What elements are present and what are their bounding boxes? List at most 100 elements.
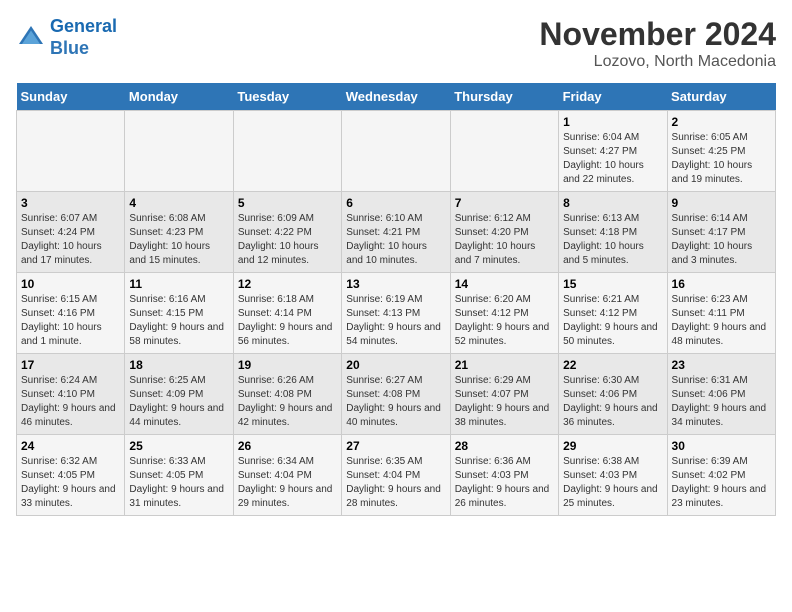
calendar-day-cell: 23Sunrise: 6:31 AM Sunset: 4:06 PM Dayli… [667, 354, 775, 435]
day-number: 24 [21, 439, 120, 453]
calendar-day-cell: 22 Sunrise: 6:30 AM Sunset: 4:06 PM Dayli… [559, 354, 667, 435]
calendar-day-cell: 6 Sunrise: 6:10 AM Sunset: 4:21 PM Daylig… [342, 192, 450, 273]
day-info: Sunrise: 6:32 AM Sunset: 4:05 PM Dayligh… [21, 455, 120, 511]
calendar-day-cell [17, 111, 125, 192]
day-number: 3 [21, 196, 120, 210]
day-number: 18 [129, 358, 228, 372]
day-info: Sunrise: 6:14 AM Sunset: 4:17 PM Dayligh… [672, 212, 771, 268]
day-info: Sunrise: 6:16 AM Sunset: 4:15 PM Dayligh… [129, 293, 228, 349]
calendar-day-cell: 25 Sunrise: 6:33 AM Sunset: 4:05 PM Dayli… [125, 435, 233, 516]
day-number: 22 [563, 358, 662, 372]
day-info: Sunrise: 6:10 AM Sunset: 4:21 PM Dayligh… [346, 212, 445, 268]
calendar-day-cell: 17 Sunrise: 6:24 AM Sunset: 4:10 PM Dayli… [17, 354, 125, 435]
day-info: Sunrise: 6:24 AM Sunset: 4:10 PM Dayligh… [21, 374, 120, 430]
day-info: Sunrise: 6:20 AM Sunset: 4:12 PM Dayligh… [455, 293, 554, 349]
calendar-day-cell: 8 Sunrise: 6:13 AM Sunset: 4:18 PM Daylig… [559, 192, 667, 273]
calendar-table: SundayMondayTuesdayWednesdayThursdayFrid… [16, 83, 776, 516]
calendar-day-cell: 19 Sunrise: 6:26 AM Sunset: 4:08 PM Dayli… [233, 354, 341, 435]
day-info: Sunrise: 6:26 AM Sunset: 4:08 PM Dayligh… [238, 374, 337, 430]
day-info: Sunrise: 6:12 AM Sunset: 4:20 PM Dayligh… [455, 212, 554, 268]
day-info: Sunrise: 6:34 AM Sunset: 4:04 PM Dayligh… [238, 455, 337, 511]
logo-icon [16, 23, 46, 53]
day-number: 1 [563, 115, 662, 129]
day-info: Sunrise: 6:27 AM Sunset: 4:08 PM Dayligh… [346, 374, 445, 430]
calendar-day-header: Tuesday [233, 83, 341, 111]
subtitle: Lozovo, North Macedonia [539, 53, 776, 71]
logo: General Blue [16, 16, 117, 59]
calendar-day-header: Saturday [667, 83, 775, 111]
calendar-day-cell: 14 Sunrise: 6:20 AM Sunset: 4:12 PM Dayli… [450, 273, 558, 354]
day-number: 19 [238, 358, 337, 372]
calendar-day-cell: 11 Sunrise: 6:16 AM Sunset: 4:15 PM Dayli… [125, 273, 233, 354]
day-number: 25 [129, 439, 228, 453]
calendar-day-header: Thursday [450, 83, 558, 111]
day-number: 12 [238, 277, 337, 291]
day-info: Sunrise: 6:15 AM Sunset: 4:16 PM Dayligh… [21, 293, 120, 349]
calendar-day-cell [342, 111, 450, 192]
day-info: Sunrise: 6:04 AM Sunset: 4:27 PM Dayligh… [563, 131, 662, 187]
calendar-week-row: 10 Sunrise: 6:15 AM Sunset: 4:16 PM Dayli… [17, 273, 776, 354]
logo-text: General Blue [50, 16, 117, 59]
day-number: 20 [346, 358, 445, 372]
day-info: Sunrise: 6:18 AM Sunset: 4:14 PM Dayligh… [238, 293, 337, 349]
day-number: 6 [346, 196, 445, 210]
day-info: Sunrise: 6:23 AM Sunset: 4:11 PM Dayligh… [672, 293, 771, 349]
day-number: 21 [455, 358, 554, 372]
day-number: 5 [238, 196, 337, 210]
logo-line1: General [50, 16, 117, 36]
calendar-header-row: SundayMondayTuesdayWednesdayThursdayFrid… [17, 83, 776, 111]
day-number: 30 [672, 439, 771, 453]
calendar-day-cell [125, 111, 233, 192]
title-area: November 2024 Lozovo, North Macedonia [539, 16, 776, 71]
calendar-day-cell: 28Sunrise: 6:36 AM Sunset: 4:03 PM Dayli… [450, 435, 558, 516]
day-number: 27 [346, 439, 445, 453]
day-info: Sunrise: 6:35 AM Sunset: 4:04 PM Dayligh… [346, 455, 445, 511]
calendar-day-cell [233, 111, 341, 192]
day-number: 15 [563, 277, 662, 291]
day-info: Sunrise: 6:29 AM Sunset: 4:07 PM Dayligh… [455, 374, 554, 430]
day-info: Sunrise: 6:38 AM Sunset: 4:03 PM Dayligh… [563, 455, 662, 511]
calendar-day-cell: 13 Sunrise: 6:19 AM Sunset: 4:13 PM Dayli… [342, 273, 450, 354]
day-number: 23 [672, 358, 771, 372]
calendar-body: 1 Sunrise: 6:04 AM Sunset: 4:27 PM Daylig… [17, 111, 776, 516]
day-number: 11 [129, 277, 228, 291]
calendar-day-header: Wednesday [342, 83, 450, 111]
calendar-week-row: 1 Sunrise: 6:04 AM Sunset: 4:27 PM Daylig… [17, 111, 776, 192]
calendar-day-cell: 29 Sunrise: 6:38 AM Sunset: 4:03 PM Dayli… [559, 435, 667, 516]
day-number: 2 [672, 115, 771, 129]
calendar-week-row: 24 Sunrise: 6:32 AM Sunset: 4:05 PM Dayli… [17, 435, 776, 516]
calendar-day-cell: 20 Sunrise: 6:27 AM Sunset: 4:08 PM Dayli… [342, 354, 450, 435]
calendar-week-row: 3Sunrise: 6:07 AM Sunset: 4:24 PM Daylig… [17, 192, 776, 273]
day-number: 17 [21, 358, 120, 372]
calendar-day-cell: 12 Sunrise: 6:18 AM Sunset: 4:14 PM Dayli… [233, 273, 341, 354]
calendar-week-row: 17 Sunrise: 6:24 AM Sunset: 4:10 PM Dayli… [17, 354, 776, 435]
day-info: Sunrise: 6:13 AM Sunset: 4:18 PM Dayligh… [563, 212, 662, 268]
day-info: Sunrise: 6:36 AM Sunset: 4:03 PM Dayligh… [455, 455, 554, 511]
day-info: Sunrise: 6:33 AM Sunset: 4:05 PM Dayligh… [129, 455, 228, 511]
calendar-day-cell: 21 Sunrise: 6:29 AM Sunset: 4:07 PM Dayli… [450, 354, 558, 435]
calendar-day-cell [450, 111, 558, 192]
day-number: 10 [21, 277, 120, 291]
calendar-day-cell: 5 Sunrise: 6:09 AM Sunset: 4:22 PM Daylig… [233, 192, 341, 273]
calendar-day-header: Friday [559, 83, 667, 111]
day-number: 29 [563, 439, 662, 453]
day-number: 9 [672, 196, 771, 210]
day-number: 13 [346, 277, 445, 291]
calendar-day-cell: 9 Sunrise: 6:14 AM Sunset: 4:17 PM Daylig… [667, 192, 775, 273]
day-info: Sunrise: 6:05 AM Sunset: 4:25 PM Dayligh… [672, 131, 771, 187]
calendar-day-header: Sunday [17, 83, 125, 111]
calendar-day-cell: 7Sunrise: 6:12 AM Sunset: 4:20 PM Daylig… [450, 192, 558, 273]
calendar-day-header: Monday [125, 83, 233, 111]
calendar-day-cell: 15Sunrise: 6:21 AM Sunset: 4:12 PM Dayli… [559, 273, 667, 354]
calendar-day-cell: 24 Sunrise: 6:32 AM Sunset: 4:05 PM Dayli… [17, 435, 125, 516]
calendar-day-cell: 26Sunrise: 6:34 AM Sunset: 4:04 PM Dayli… [233, 435, 341, 516]
calendar-day-cell: 27 Sunrise: 6:35 AM Sunset: 4:04 PM Dayli… [342, 435, 450, 516]
day-info: Sunrise: 6:30 AM Sunset: 4:06 PM Dayligh… [563, 374, 662, 430]
day-number: 8 [563, 196, 662, 210]
calendar-day-cell: 30Sunrise: 6:39 AM Sunset: 4:02 PM Dayli… [667, 435, 775, 516]
day-info: Sunrise: 6:19 AM Sunset: 4:13 PM Dayligh… [346, 293, 445, 349]
day-info: Sunrise: 6:08 AM Sunset: 4:23 PM Dayligh… [129, 212, 228, 268]
day-number: 14 [455, 277, 554, 291]
day-info: Sunrise: 6:09 AM Sunset: 4:22 PM Dayligh… [238, 212, 337, 268]
main-title: November 2024 [539, 16, 776, 53]
